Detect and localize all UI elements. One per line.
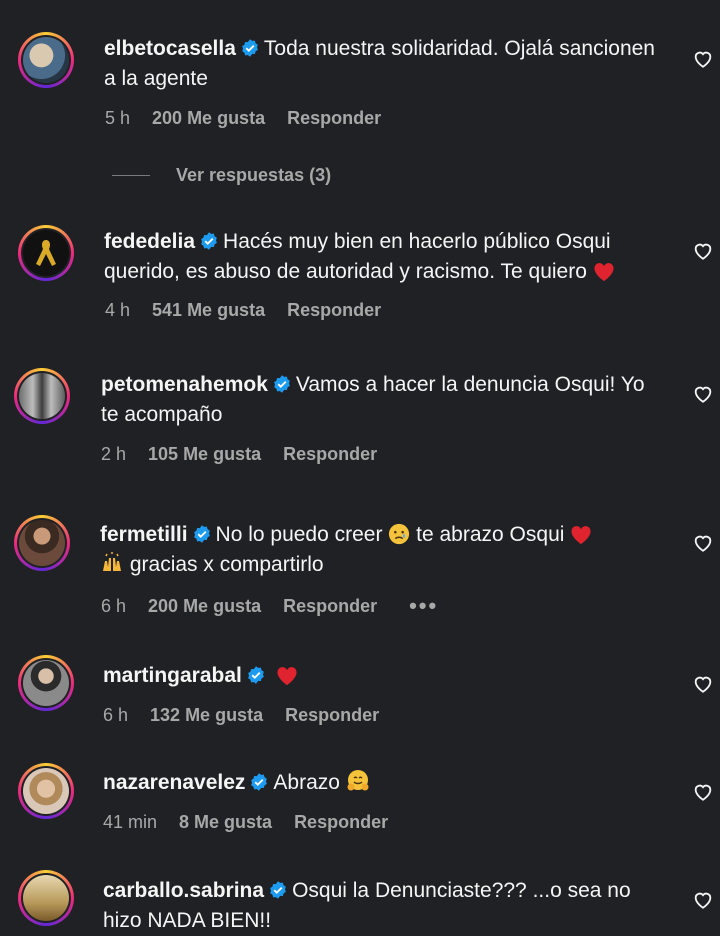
heart-outline-icon[interactable] [692,383,714,405]
verified-badge-icon [248,666,264,684]
likes-count[interactable]: 200 Me gusta [148,596,261,617]
timestamp: 6 h [103,705,129,725]
reply-button[interactable]: Responder [287,300,381,321]
red-heart-emoji [594,263,614,282]
username[interactable]: petomenahemok [101,373,268,396]
raised-hands-emoji [103,552,121,571]
reply-button[interactable]: Responder [294,812,388,833]
avatar[interactable] [18,225,74,281]
username[interactable]: nazarenavelez [103,771,245,794]
avatar[interactable] [18,763,74,819]
likes-count[interactable]: 200 Me gusta [152,108,265,129]
heart-outline-icon[interactable] [692,673,714,695]
comment-text: gracias x compartirlo [129,553,324,576]
verified-badge-icon [242,39,258,57]
verified-badge-icon [251,773,268,791]
likes-count[interactable]: 105 Me gusta [148,444,261,465]
timestamp: 2 h [101,444,127,464]
likes-count[interactable]: 8 Me gusta [179,812,272,833]
avatar[interactable] [14,515,70,571]
likes-count[interactable]: 132 Me gusta [150,705,263,726]
comment-text: No lo puedo creer [215,523,383,546]
timestamp: 5 h [105,108,131,128]
comment-text: te abrazo Osqui [416,523,565,546]
avatar[interactable] [18,870,74,926]
comment-text: Abrazo [273,771,340,794]
heart-outline-icon[interactable] [692,781,714,803]
timestamp: 6 h [101,595,127,616]
username[interactable]: fermetilli [100,523,188,546]
username[interactable]: carballo.sabrina [103,879,264,902]
crying-face-emoji [389,523,410,545]
username[interactable]: fededelia [104,230,195,253]
reply-button[interactable]: Responder [283,444,377,465]
reply-button[interactable]: Responder [283,596,377,617]
verified-badge-icon [201,232,217,250]
divider [112,175,150,176]
verified-badge-icon [274,375,290,393]
heart-outline-icon[interactable] [692,889,714,911]
reply-button[interactable]: Responder [285,705,379,726]
verified-badge-icon [193,525,210,543]
verified-badge-icon [270,881,286,899]
avatar[interactable] [18,655,74,711]
avatar[interactable] [14,368,70,424]
heart-outline-icon[interactable] [692,48,714,70]
view-replies-button[interactable]: Ver respuestas (3) [112,165,331,186]
username[interactable]: martingarabal [103,664,242,687]
reply-button[interactable]: Responder [287,108,381,129]
red-heart-emoji [571,526,591,545]
hugging-face-emoji [347,770,369,791]
heart-outline-icon[interactable] [692,240,714,262]
timestamp: 4 h [105,300,131,320]
timestamp: 41 min [103,812,158,832]
heart-outline-icon[interactable] [692,532,714,554]
red-heart-emoji [277,667,297,686]
username[interactable]: elbetocasella [104,37,236,60]
more-options-icon[interactable]: ••• [409,593,438,619]
likes-count[interactable]: 541 Me gusta [152,300,265,321]
avatar[interactable] [18,32,74,88]
